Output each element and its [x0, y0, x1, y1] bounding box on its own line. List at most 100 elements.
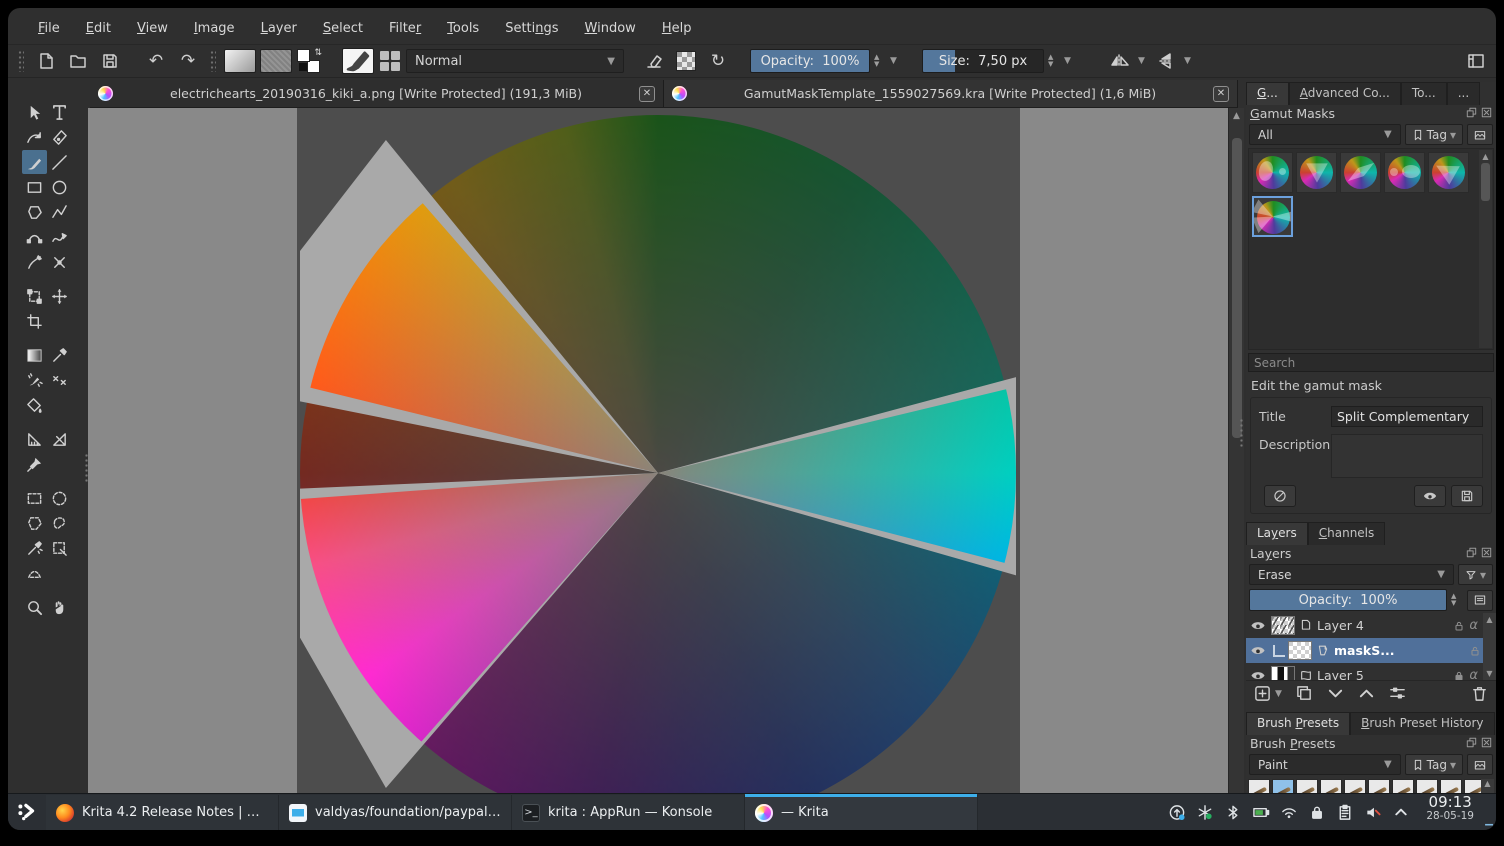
color-sampler-tool-button[interactable] — [47, 343, 72, 367]
layer-opacity-spinner[interactable]: ▲ ▼ — [1451, 593, 1463, 607]
menu-tools[interactable]: Tools — [435, 17, 491, 40]
brush-docker-tab[interactable]: Brush Preset History — [1350, 712, 1495, 735]
gamut-tag-button[interactable]: Tag ▾ — [1404, 124, 1463, 145]
freehand-brush-tool-button[interactable] — [22, 150, 47, 174]
freehand-select-tool-button[interactable] — [47, 511, 72, 535]
bluetooth-icon[interactable] — [1224, 803, 1242, 821]
clipboard-icon[interactable] — [1336, 803, 1354, 821]
layer-view-options-button[interactable] — [1467, 589, 1493, 611]
menu-select[interactable]: Select — [311, 17, 375, 40]
menu-window[interactable]: Window — [573, 17, 648, 40]
mask-title-input[interactable]: Split Complementary — [1331, 406, 1483, 427]
battery-icon[interactable] — [1252, 803, 1270, 821]
device-share-icon[interactable] — [1196, 803, 1214, 821]
layer-row[interactable]: maskS... α — [1246, 638, 1496, 663]
scroll-up-icon[interactable]: ▲ — [1482, 150, 1488, 163]
gradient-swatch-button[interactable] — [224, 49, 256, 73]
taskbar-task-krita[interactable]: — Krita — [745, 794, 978, 830]
reload-preset-button[interactable]: ↻ — [704, 48, 732, 74]
docker-tab[interactable]: Advanced Co... — [1288, 82, 1401, 105]
save-mask-button[interactable] — [1451, 485, 1483, 507]
cancel-edit-button[interactable] — [1264, 485, 1296, 507]
menu-view[interactable]: View — [125, 17, 180, 40]
gamut-filter-select[interactable]: All ▼ — [1249, 124, 1401, 145]
layer-list-scrollbar[interactable]: ▲ ▼ — [1483, 613, 1496, 680]
undo-button[interactable]: ↶ — [142, 48, 170, 74]
opacity-slider[interactable]: Opacity: 100% — [750, 49, 870, 73]
layer-thumbnail[interactable] — [1288, 641, 1312, 660]
close-tab-button[interactable]: ✕ — [1213, 85, 1229, 102]
mask-description-input[interactable] — [1331, 434, 1483, 478]
canvas-vertical-scrollbar[interactable]: ▲ — [1228, 108, 1244, 793]
dynamic-brush-tool-button[interactable] — [22, 250, 47, 274]
duplicate-layer-button[interactable] — [1296, 685, 1313, 702]
layer-name[interactable]: maskS... — [1334, 643, 1466, 658]
canvas-viewport[interactable] — [88, 108, 1228, 793]
gradient-tool-button[interactable] — [22, 343, 47, 367]
layer-row[interactable]: Layer 4 α — [1246, 613, 1496, 638]
brush-filter-select[interactable]: Paint ▼ — [1249, 754, 1401, 775]
multibrush-tool-button[interactable] — [47, 250, 72, 274]
size-slider[interactable]: Size: 7,50 px — [922, 49, 1044, 73]
move-layer-up-button[interactable] — [1358, 685, 1375, 702]
menu-filter[interactable]: Filter — [377, 17, 433, 40]
scrollbar-thumb[interactable] — [1231, 138, 1242, 438]
close-docker-icon[interactable] — [1481, 736, 1492, 751]
gamut-mask-complementary[interactable] — [1340, 152, 1381, 193]
size-spinner[interactable]: ▲ ▼ — [1048, 54, 1060, 68]
docker-tab[interactable]: ... — [1446, 82, 1481, 105]
layer-opacity-slider[interactable]: Opacity: 100% — [1249, 589, 1447, 611]
layers-docker-tab[interactable]: Layers — [1246, 522, 1308, 545]
taskbar-task-firefox[interactable]: Krita 4.2 Release Notes | Krita - ... — [46, 795, 279, 830]
pattern-tool-button[interactable] — [47, 368, 72, 392]
gamut-mask-triangle[interactable] — [1296, 152, 1337, 193]
similar-select-tool-button[interactable] — [47, 536, 72, 560]
panel-hide-button[interactable]: ▁ — [1482, 794, 1496, 830]
gamut-mask-shifted-triangle[interactable] — [1428, 152, 1469, 193]
float-docker-icon[interactable] — [1466, 106, 1477, 121]
layer-thumbnail[interactable] — [1271, 616, 1295, 635]
chevron-down-icon[interactable]: ▼ — [1138, 56, 1148, 66]
chevron-down-icon[interactable]: ▼ — [1184, 56, 1194, 66]
edit-brush-settings-button[interactable] — [342, 48, 374, 74]
brush-presets-grid-button[interactable] — [378, 49, 402, 73]
unlock-icon[interactable] — [1453, 620, 1465, 632]
save-button[interactable] — [96, 48, 124, 74]
layer-name[interactable]: Layer 5 — [1317, 668, 1450, 680]
expand-tray-icon[interactable] — [1392, 803, 1410, 821]
toolbar-drag-handle-2[interactable] — [210, 50, 216, 72]
line-tool-button[interactable] — [47, 150, 72, 174]
new-document-button[interactable] — [32, 48, 60, 74]
document-tab-2[interactable]: GamutMaskTemplate_1559027569.kra [Write … — [664, 80, 1238, 107]
layer-visibility-icon[interactable] — [1248, 618, 1268, 633]
swap-colors-button[interactable]: ⇅ — [296, 48, 322, 74]
search-input[interactable]: Search — [1248, 353, 1494, 372]
polyline-tool-button[interactable] — [47, 200, 72, 224]
edit-shapes-tool-button[interactable] — [22, 125, 47, 149]
zoom-tool-button[interactable] — [22, 595, 47, 619]
lock-icon[interactable] — [1453, 670, 1465, 680]
rectangle-tool-button[interactable] — [22, 175, 47, 199]
menu-image[interactable]: Image — [182, 17, 247, 40]
layer-visibility-icon[interactable] — [1248, 643, 1268, 658]
menu-help[interactable]: Help — [650, 17, 704, 40]
close-docker-icon[interactable] — [1481, 546, 1492, 561]
smart-patch-tool-button[interactable] — [22, 368, 47, 392]
gamut-list-scrollbar[interactable]: ▲ — [1479, 150, 1492, 348]
gamut-mask-dominant-accent[interactable] — [1384, 152, 1425, 193]
opacity-spinner[interactable]: ▲ ▼ — [874, 54, 886, 68]
polygon-tool-button[interactable] — [22, 200, 47, 224]
document-canvas[interactable] — [297, 108, 1020, 793]
transform-tool-button[interactable] — [22, 284, 47, 308]
menu-layer[interactable]: Layer — [249, 17, 309, 40]
move-tool-button[interactable] — [47, 284, 72, 308]
docker-tab[interactable]: To... — [1400, 82, 1447, 105]
redo-button[interactable]: ↷ — [174, 48, 202, 74]
toolbox-splitter-handle[interactable] — [84, 453, 89, 483]
preview-mask-button[interactable] — [1414, 485, 1446, 507]
chevron-down-icon[interactable]: ▼ — [1275, 689, 1282, 699]
brush-view-mode-button[interactable] — [1467, 754, 1493, 775]
mirror-horizontal-button[interactable] — [1106, 48, 1134, 74]
taskbar-task-konsole[interactable]: >_ krita : AppRun — Konsole — [512, 795, 745, 830]
measure-tool-button[interactable] — [47, 427, 72, 451]
